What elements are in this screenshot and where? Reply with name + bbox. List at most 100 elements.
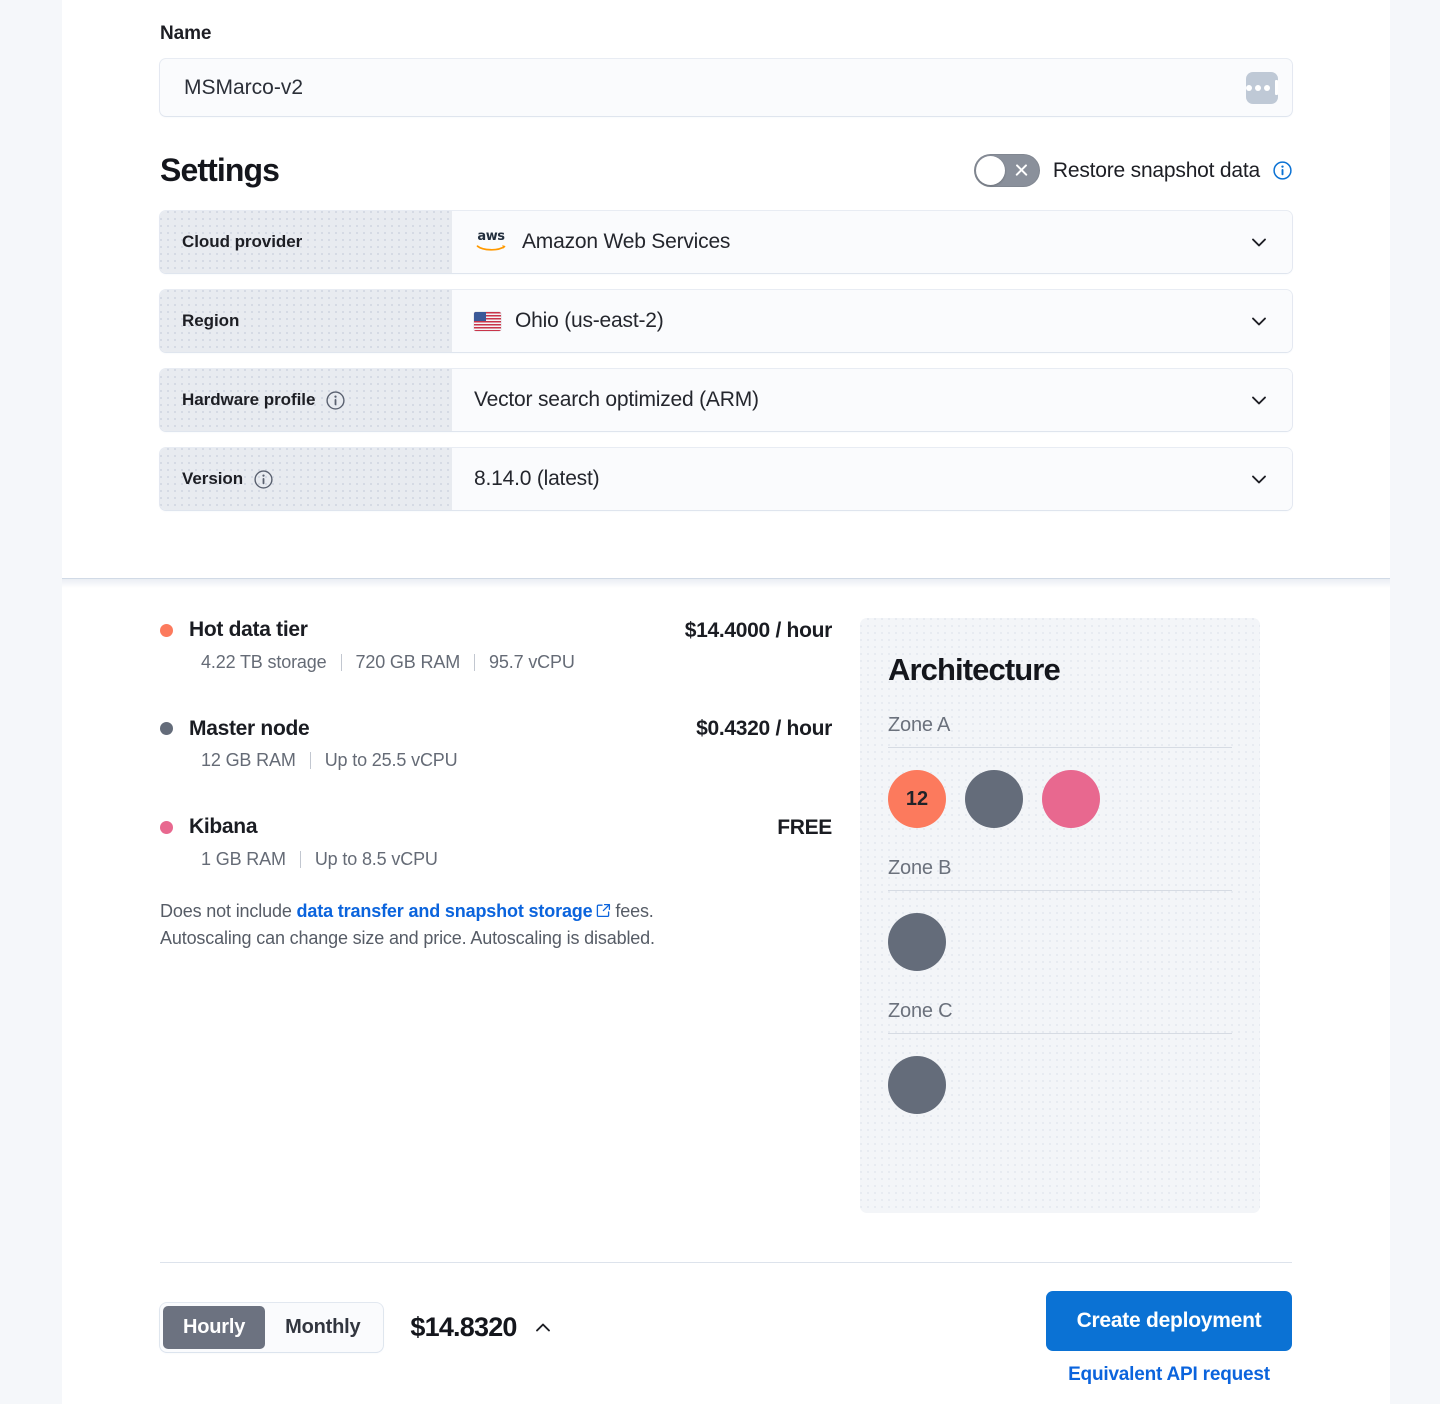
version-select[interactable]: Version 8.14.0 (latest): [160, 448, 1292, 510]
version-label: Version: [182, 469, 244, 488]
tier-specs: 4.22 TB storage 720 GB RAM 95.7 vCPU: [160, 652, 832, 673]
node-kibana[interactable]: [1042, 770, 1100, 828]
tier-spec: 720 GB RAM: [355, 651, 461, 672]
tier-header: Kibana FREE: [160, 815, 832, 840]
tier-specs: 1 GB RAM Up to 8.5 vCPU: [160, 849, 832, 870]
settings-form-section: Name Settings Restore snapshot data: [62, 0, 1390, 578]
region-value: Ohio (us-east-2): [515, 309, 664, 332]
billing-option-hourly[interactable]: Hourly: [163, 1306, 266, 1349]
main-card: Name Settings Restore snapshot data: [62, 0, 1390, 1404]
action-footer: Hourly Monthly $14.8320 Create deploymen…: [160, 1262, 1292, 1404]
total-cost: $14.8320: [410, 1312, 517, 1342]
node-hot-data-tier[interactable]: 12: [888, 770, 946, 828]
tier-name-group: Master node: [160, 716, 310, 741]
us-flag-icon: [474, 311, 501, 331]
zone-b-label: Zone B: [888, 857, 1232, 891]
hardware-profile-select[interactable]: Hardware profile Vector search optimized…: [160, 369, 1292, 431]
tier-spec: Up to 8.5 vCPU: [314, 848, 438, 869]
primary-actions: Create deployment Equivalent API request: [1046, 1291, 1292, 1386]
cloud-provider-label-prepend: Cloud provider: [160, 211, 452, 273]
external-link-icon: [596, 899, 611, 925]
zone-a-label: Zone A: [888, 714, 1232, 748]
chevron-down-icon[interactable]: [1248, 389, 1270, 411]
hardware-profile-label: Hardware profile: [182, 390, 316, 409]
close-icon: [1014, 163, 1029, 178]
spec-divider: [299, 850, 301, 868]
settings-header-row: Settings Restore snapshot data: [160, 152, 1292, 189]
node-master[interactable]: [888, 1056, 946, 1114]
settings-title: Settings: [160, 152, 280, 188]
architecture-title: Architecture: [888, 652, 1061, 687]
cost-breakdown-list: Hot data tier $14.4000 / hour 4.22 TB st…: [160, 618, 860, 1213]
region-select[interactable]: Region Ohio (us-east-2): [160, 290, 1292, 352]
hardware-profile-value-area[interactable]: Vector search optimized (ARM): [452, 369, 1292, 431]
hardware-profile-value: Vector search optimized (ARM): [474, 388, 759, 411]
footnote-line2: Autoscaling can change size and price. A…: [160, 927, 655, 948]
total-cost-group[interactable]: $14.8320: [410, 1312, 553, 1343]
tier-spec: Up to 25.5 vCPU: [324, 750, 458, 770]
master-node-dot-icon: [160, 722, 173, 735]
spec-divider: [340, 653, 342, 671]
info-icon[interactable]: [1273, 161, 1292, 180]
restore-snapshot-toggle[interactable]: [973, 154, 1040, 187]
hardware-profile-label-prepend: Hardware profile: [160, 369, 452, 431]
footer-row: Hourly Monthly $14.8320 Create deploymen…: [160, 1291, 1292, 1386]
version-label-prepend: Version: [160, 448, 452, 510]
data-transfer-link[interactable]: data transfer and snapshot storage: [297, 901, 593, 921]
tier-row: Kibana FREE 1 GB RAM Up to 8.5 vCPU: [160, 815, 832, 870]
tier-price: $0.4320 / hour: [696, 717, 832, 740]
tier-name: Master node: [189, 716, 310, 740]
deployment-configuration-page: Name Settings Restore snapshot data: [0, 0, 1440, 1404]
tier-spec: 4.22 TB storage: [201, 651, 327, 672]
zone-c-label: Zone C: [888, 1000, 1232, 1034]
tier-name: Hot data tier: [189, 618, 308, 641]
zone-a-nodes: 12: [888, 748, 1232, 857]
tier-specs: 12 GB RAM Up to 25.5 vCPU: [160, 750, 832, 771]
section-divider: [62, 578, 1390, 596]
hot-data-tier-dot-icon: [160, 623, 173, 637]
chevron-down-icon[interactable]: [1248, 468, 1270, 490]
cloud-provider-value: Amazon Web Services: [522, 230, 731, 253]
zone-b-nodes: [888, 891, 1232, 1000]
zone-c-nodes: [888, 1034, 1232, 1143]
tier-header: Hot data tier $14.4000 / hour: [160, 618, 832, 643]
cloud-provider-select[interactable]: Cloud provider aws Amazon Web Services: [160, 211, 1292, 273]
node-master[interactable]: [965, 770, 1023, 828]
tier-name-group: Hot data tier: [160, 618, 308, 642]
tier-name-group: Kibana: [160, 815, 258, 839]
equivalent-api-request-link[interactable]: Equivalent API request: [1046, 1364, 1292, 1386]
billing-period-toggle[interactable]: Hourly Monthly: [160, 1303, 384, 1352]
name-input[interactable]: [160, 59, 1292, 116]
chevron-down-icon[interactable]: [1248, 231, 1270, 253]
deployment-name-field[interactable]: [160, 59, 1292, 116]
toggle-knob: [975, 156, 1005, 185]
cloud-provider-value-area[interactable]: aws Amazon Web Services: [452, 211, 1292, 273]
info-icon[interactable]: [254, 469, 273, 489]
tier-price: $14.4000 / hour: [684, 618, 833, 642]
pricing-footnote: Does not include data transfer and snaps…: [160, 898, 780, 952]
node-master[interactable]: [888, 913, 946, 971]
name-field-label: Name: [160, 23, 212, 44]
tier-price: FREE: [777, 815, 832, 839]
tier-spec: 12 GB RAM: [201, 750, 296, 770]
chevron-down-icon[interactable]: [1248, 310, 1270, 332]
region-label-prepend: Region: [160, 290, 452, 352]
cost-summary-section: Hot data tier $14.4000 / hour 4.22 TB st…: [62, 596, 1390, 1213]
version-value-area[interactable]: 8.14.0 (latest): [452, 448, 1292, 510]
footnote-suffix: fees.: [610, 900, 654, 921]
cloud-provider-label: Cloud provider: [182, 232, 303, 251]
tier-header: Master node $0.4320 / hour: [160, 717, 832, 742]
chevron-up-icon[interactable]: [532, 1317, 554, 1339]
info-icon[interactable]: [326, 390, 345, 410]
region-value-area[interactable]: Ohio (us-east-2): [452, 290, 1292, 352]
tier-spec: 95.7 vCPU: [489, 651, 575, 672]
architecture-panel: Architecture Zone A 12 Zone B Zone C: [860, 618, 1260, 1213]
tier-row: Master node $0.4320 / hour 12 GB RAM Up …: [160, 717, 832, 772]
password-manager-icon[interactable]: [1246, 71, 1278, 104]
settings-rows: Cloud provider aws Amazon Web Services R…: [160, 211, 1292, 510]
tier-spec: 1 GB RAM: [201, 848, 286, 869]
billing-option-monthly[interactable]: Monthly: [265, 1306, 380, 1349]
create-deployment-button[interactable]: Create deployment: [1046, 1291, 1292, 1351]
